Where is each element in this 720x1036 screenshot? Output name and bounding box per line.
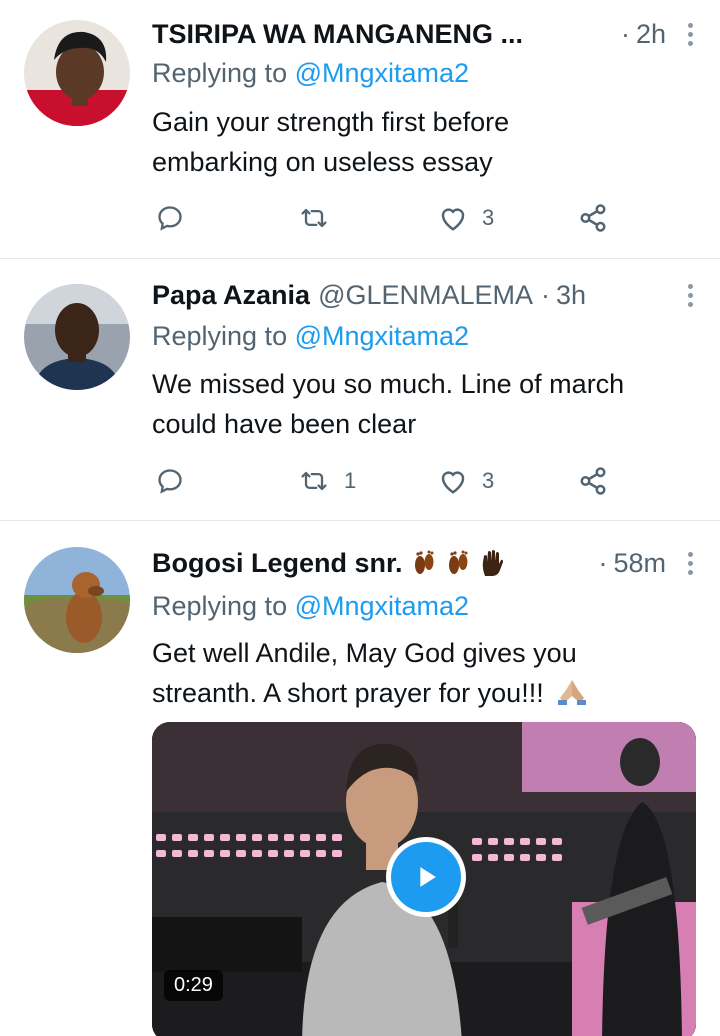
reply-button[interactable] [156, 461, 198, 501]
play-icon [391, 842, 461, 912]
replying-prefix: Replying to [152, 591, 295, 621]
timestamp[interactable]: 3h [556, 280, 586, 311]
like-button[interactable]: 3 [438, 461, 494, 501]
display-name[interactable]: Papa Azania [152, 280, 310, 311]
more-vertical-icon[interactable] [680, 551, 700, 575]
mention-link[interactable]: @Mngxitama2 [295, 58, 469, 88]
name-emojis [409, 548, 507, 578]
share-icon [580, 467, 606, 495]
like-count: 3 [482, 468, 495, 493]
tweet-actions: 3 [152, 198, 622, 238]
play-button[interactable] [386, 837, 466, 917]
avatar[interactable] [24, 284, 130, 390]
share-button[interactable] [578, 198, 608, 238]
heart-icon [441, 208, 465, 231]
share-icon [580, 204, 606, 232]
separator-dot: · [620, 18, 630, 49]
replying-to: Replying to @Mngxitama2 [152, 591, 469, 622]
more-vertical-icon[interactable] [680, 283, 700, 307]
mention-link[interactable]: @Mngxitama2 [295, 591, 469, 621]
reply-icon [158, 206, 182, 231]
display-name[interactable]: Bogosi Legend snr. [152, 548, 403, 579]
tweet-text: Gain your strength first before embarkin… [152, 107, 510, 177]
replying-prefix: Replying to [152, 58, 295, 88]
share-button[interactable] [578, 461, 608, 501]
tweet-header: TSIRIPA WA MANGANENG ... · 2h [152, 14, 700, 54]
like-count: 3 [482, 205, 495, 230]
mention-link[interactable]: @Mngxitama2 [295, 321, 469, 351]
footprints-emoji [448, 550, 468, 574]
tweet-header: Papa Azania @GLENMALEMA · 3h [152, 275, 700, 315]
raised-hand-emoji [482, 550, 503, 576]
user-handle[interactable]: @GLENMALEMA [318, 280, 533, 311]
folded-hands-emoji [558, 680, 587, 705]
video-media[interactable]: 0:29 [152, 722, 696, 1036]
tweet-text: We missed you so much. Line of march cou… [152, 369, 625, 439]
reply-icon [158, 469, 182, 494]
reply-button[interactable] [156, 198, 198, 238]
separator-dot: · [541, 279, 551, 310]
tweet-text: Get well Andile, May God gives you strea… [152, 633, 660, 713]
replying-to: Replying to @Mngxitama2 [152, 321, 469, 352]
retweet-button[interactable] [298, 198, 344, 238]
replying-prefix: Replying to [152, 321, 295, 351]
video-duration: 0:29 [164, 970, 223, 1001]
tweet-actions: 1 3 [152, 461, 622, 501]
replying-to: Replying to @Mngxitama2 [152, 58, 469, 89]
timestamp[interactable]: 58m [613, 548, 666, 579]
like-button[interactable]: 3 [438, 198, 494, 238]
retweet-icon [301, 208, 327, 228]
retweet-count: 1 [344, 468, 357, 493]
footprints-emoji [414, 550, 434, 574]
separator-dot: · [598, 547, 608, 578]
tweet-header: Bogosi Legend snr. · 58m [152, 543, 700, 583]
avatar[interactable] [24, 547, 130, 653]
display-name[interactable]: TSIRIPA WA MANGANENG ... [152, 19, 523, 50]
tweet-2[interactable]: Papa Azania @GLENMALEMA · 3h Replying to… [0, 259, 720, 521]
retweet-icon [301, 471, 327, 491]
retweet-button[interactable]: 1 [298, 461, 356, 501]
heart-icon [441, 471, 465, 494]
timestamp[interactable]: 2h [636, 19, 666, 50]
avatar[interactable] [24, 20, 130, 126]
tweet-text-content: Get well Andile, May God gives you strea… [152, 638, 577, 708]
tweet-1[interactable]: TSIRIPA WA MANGANENG ... · 2h Replying t… [0, 0, 720, 259]
more-vertical-icon[interactable] [680, 22, 700, 46]
